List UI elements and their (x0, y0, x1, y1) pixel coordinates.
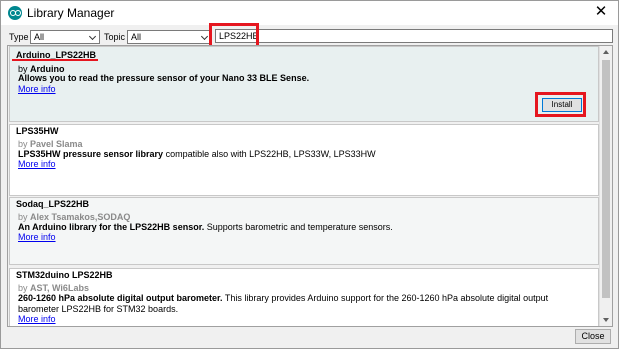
type-select[interactable]: All (30, 30, 100, 44)
more-info-link[interactable]: More info (18, 84, 56, 94)
vertical-scrollbar[interactable] (599, 46, 612, 326)
library-author-line: by Alex Tsamakos,SODAQ (18, 212, 130, 222)
library-description-bold: 260-1260 hPa absolute digital output bar… (18, 293, 223, 303)
list-item[interactable]: STM32duino LPS22HB by AST, Wi6Labs 260-1… (9, 268, 599, 326)
library-author: Pavel Slama (30, 139, 83, 149)
library-description-bold: An Arduino library for the LPS22HB senso… (18, 222, 205, 232)
scroll-thumb[interactable] (602, 60, 610, 298)
title-bar: Library Manager ✕ (1, 1, 618, 25)
type-label: Type (9, 32, 29, 42)
chevron-down-icon (200, 32, 209, 41)
library-manager-window: Library Manager ✕ Type All Topic All Ard… (0, 0, 619, 349)
topic-label: Topic (104, 32, 126, 42)
more-info-link[interactable]: More info (18, 232, 56, 242)
search-input[interactable] (216, 30, 612, 42)
scroll-down-arrow-icon[interactable] (603, 318, 609, 322)
chevron-down-icon (88, 32, 97, 41)
more-info-link[interactable]: More info (18, 159, 56, 169)
library-description: An Arduino library for the LPS22HB senso… (18, 222, 588, 233)
close-icon[interactable]: ✕ (592, 3, 610, 21)
library-description-bold: LPS35HW pressure sensor library (18, 149, 164, 159)
type-select-value: All (34, 32, 45, 42)
library-description-bold: Allows you to read the pressure sensor o… (18, 73, 310, 83)
name-underline-highlight (12, 59, 98, 61)
more-info-link[interactable]: More info (18, 314, 56, 324)
topic-select-value: All (131, 32, 142, 42)
library-description: LPS35HW pressure sensor library compatib… (18, 149, 588, 160)
library-description-rest: compatible also with LPS22HB, LPS33W, LP… (163, 149, 376, 159)
library-description-rest: Supports barometric and temperature sens… (204, 222, 393, 232)
install-button[interactable]: Install (542, 98, 582, 112)
scroll-up-arrow-icon[interactable] (603, 50, 609, 54)
library-author-line: by AST, Wi6Labs (18, 283, 89, 293)
by-prefix: by (18, 212, 31, 222)
close-button[interactable]: Close (575, 329, 611, 344)
list-item[interactable]: LPS35HW by Pavel Slama LPS35HW pressure … (9, 124, 599, 196)
search-box[interactable] (215, 29, 613, 43)
by-prefix: by (18, 139, 31, 149)
library-name: Sodaq_LPS22HB (16, 199, 90, 209)
list-item[interactable]: Arduino_LPS22HB by Arduino Allows you to… (9, 46, 599, 122)
window-title: Library Manager (27, 6, 115, 20)
library-name: STM32duino LPS22HB (16, 270, 113, 280)
library-author: Alex Tsamakos,SODAQ (30, 212, 131, 222)
library-description: 260-1260 hPa absolute digital output bar… (18, 293, 588, 315)
arduino-logo-icon (8, 6, 22, 20)
list-item[interactable]: Sodaq_LPS22HB by Alex Tsamakos,SODAQ An … (9, 197, 599, 265)
library-name: LPS35HW (16, 126, 59, 136)
by-prefix: by (18, 283, 31, 293)
library-author-line: by Pavel Slama (18, 139, 83, 149)
library-author: AST, Wi6Labs (30, 283, 89, 293)
library-list[interactable]: Arduino_LPS22HB by Arduino Allows you to… (7, 45, 613, 327)
topic-select[interactable]: All (127, 30, 212, 44)
library-description: Allows you to read the pressure sensor o… (18, 73, 588, 84)
